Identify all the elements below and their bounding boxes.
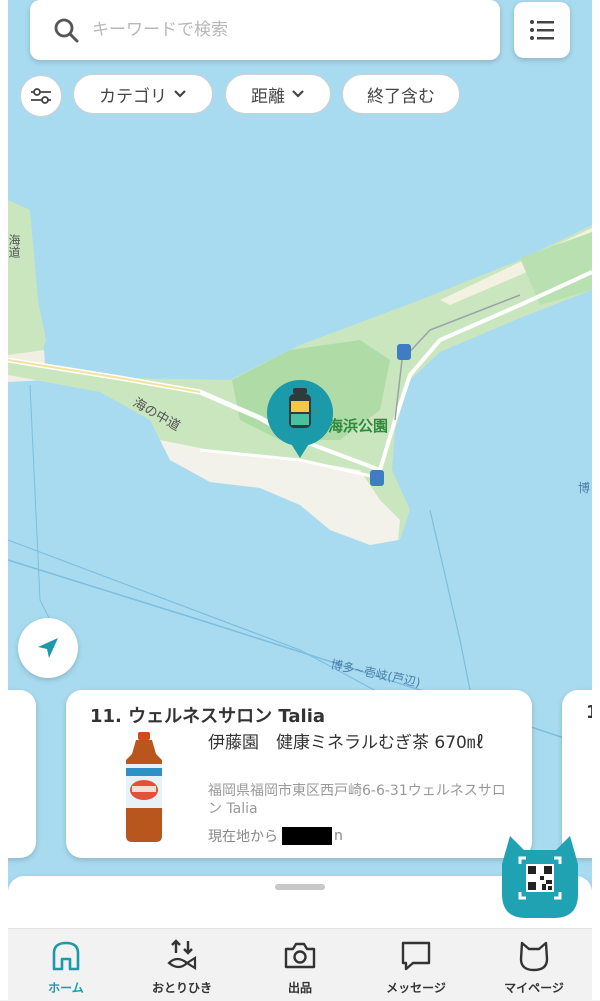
product-name: 伊藤園 健康ミネラルむぎ茶 670㎖ — [208, 733, 484, 753]
tab-messages-label: メッセージ — [386, 981, 446, 995]
tab-mypage[interactable]: マイページ — [476, 929, 592, 1001]
sliders-icon — [31, 88, 51, 104]
product-image — [126, 732, 162, 842]
category-filter[interactable]: カテゴリ — [73, 74, 213, 114]
frame-edge-left — [0, 0, 8, 1000]
include-ended-filter[interactable]: 終了含む — [342, 74, 460, 114]
distance-prefix: 現在地から — [208, 829, 278, 845]
store-address: 福岡県福岡市東区西戸崎6-6-31ウェルネスサロン Talia — [208, 783, 506, 817]
store-card[interactable]: 11. ウェルネスサロン Talia 伊藤園 健康ミネラルむぎ茶 670㎖ 福岡… — [66, 690, 532, 858]
camera-icon — [284, 942, 316, 969]
search-input[interactable] — [90, 19, 474, 41]
map-label-road-left: 海道 — [7, 233, 21, 258]
tab-listing-label: 出品 — [287, 981, 312, 995]
bottom-tab-bar: ホーム おとりひき 出品 メッセージ マイページ — [0, 928, 600, 1001]
tab-home-label: ホーム — [48, 981, 84, 995]
tab-listing[interactable]: 出品 — [242, 929, 358, 1001]
map-label-park: 海浜公園 — [328, 417, 388, 435]
navigation-arrow-icon — [38, 638, 58, 658]
distance-info: 現在地から n — [208, 826, 343, 846]
qr-code-icon — [518, 856, 562, 900]
chevron-down-icon — [173, 89, 187, 99]
frame-edge-right — [592, 0, 600, 1000]
distance-suffix: n — [334, 828, 343, 844]
category-filter-label: カテゴリ — [99, 86, 167, 107]
tab-messages[interactable]: メッセージ — [358, 929, 474, 1001]
cat-face-icon — [519, 941, 549, 972]
map-label-right-edge: 博 — [578, 480, 590, 495]
message-icon — [401, 941, 431, 971]
current-location-button[interactable] — [18, 618, 78, 678]
tab-home[interactable]: ホーム — [8, 929, 124, 1001]
redacted-distance — [282, 827, 332, 845]
include-ended-label: 終了含む — [367, 86, 435, 107]
list-icon — [530, 20, 554, 40]
sheet-handle[interactable] — [275, 884, 325, 890]
filter-settings-button[interactable] — [20, 75, 62, 117]
home-icon — [52, 941, 80, 971]
store-card-title: 11. ウェルネスサロン Talia — [90, 706, 326, 727]
tab-transactions-label: おとりひき — [151, 981, 212, 995]
tab-transactions[interactable]: おとりひき — [124, 929, 240, 1001]
qr-code-button[interactable] — [500, 834, 580, 918]
list-view-button[interactable] — [514, 2, 570, 58]
exchange-icon — [167, 939, 197, 970]
search-icon — [54, 18, 79, 43]
distance-filter[interactable]: 距離 — [225, 74, 331, 114]
search-bar[interactable] — [30, 0, 500, 60]
distance-filter-label: 距離 — [251, 86, 285, 107]
tab-mypage-label: マイページ — [504, 981, 564, 995]
chevron-down-icon — [291, 89, 305, 99]
